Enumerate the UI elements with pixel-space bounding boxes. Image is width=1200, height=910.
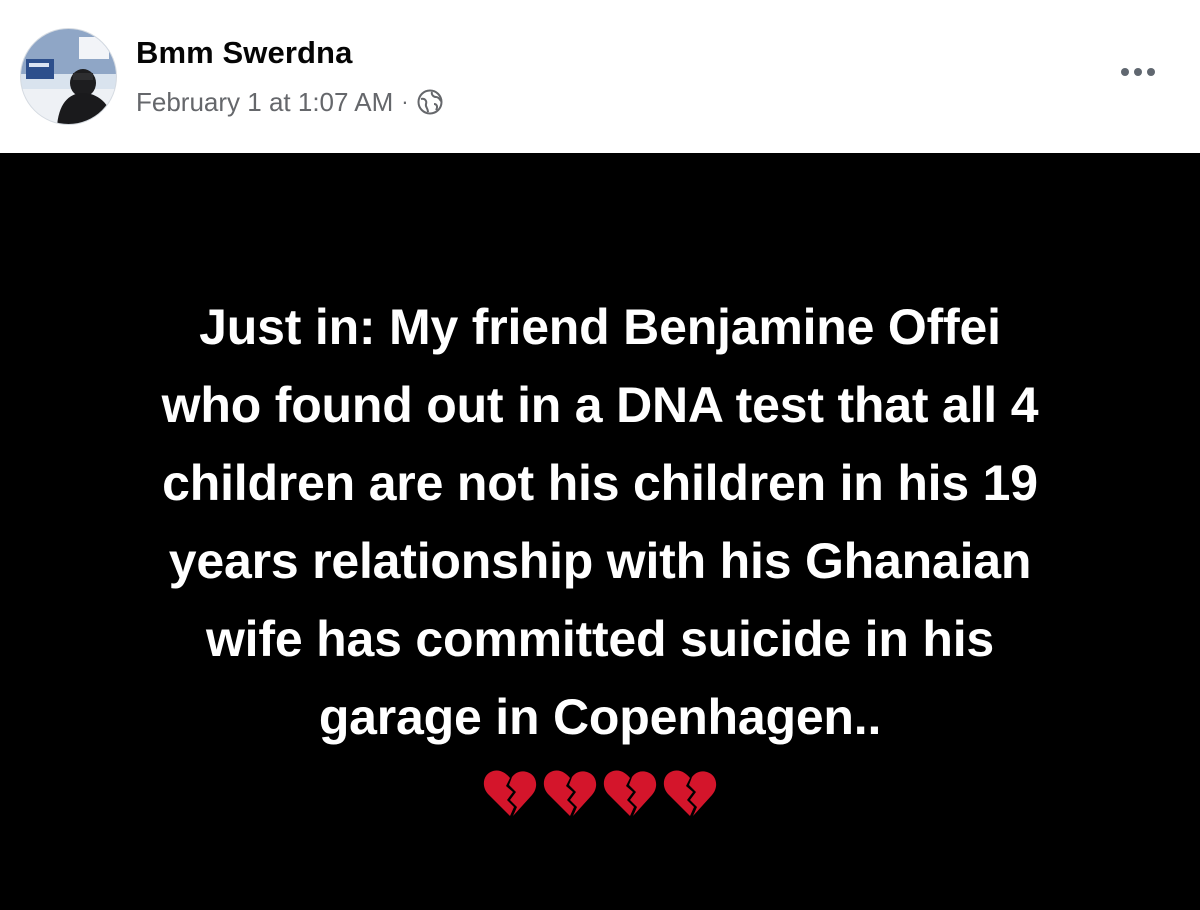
post-text-line: children are not his children in his 19 [162,455,1038,511]
more-options-icon [1121,68,1155,76]
more-options-button[interactable] [1110,52,1166,92]
post-text: Just in: My friend Benjamine Offei who f… [60,288,1140,756]
post-text-line: Just in: My friend Benjamine Offei [199,299,1001,355]
globe-icon[interactable] [417,89,443,115]
post-text-line: years relationship with his Ghanaian [168,533,1032,589]
avatar-photo [21,29,116,124]
broken-heart-icon [603,770,657,816]
post-text-line: who found out in a DNA test that all 4 [161,377,1039,433]
author-name[interactable]: Bmm Swerdna [136,34,352,72]
emoji-row [482,762,718,824]
post-content: Just in: My friend Benjamine Offei who f… [0,153,1200,910]
post-text-line: garage in Copenhagen.. [318,689,882,745]
meta-separator: · [401,89,409,114]
post-meta: February 1 at 1:07 AM · [136,84,443,120]
post-text-line: wife has committed suicide in his [205,611,995,667]
broken-heart-icon [543,770,597,816]
broken-heart-icon [483,770,537,816]
post-header: Bmm Swerdna February 1 at 1:07 AM · [0,0,1200,153]
broken-heart-icon [663,770,717,816]
author-avatar[interactable] [20,28,117,125]
post-timestamp[interactable]: February 1 at 1:07 AM [136,84,393,120]
facebook-post: Bmm Swerdna February 1 at 1:07 AM · Just… [0,0,1200,910]
